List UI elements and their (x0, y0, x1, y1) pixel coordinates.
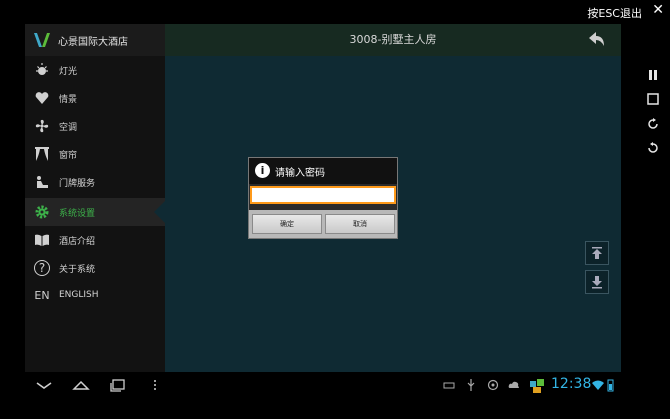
ok-button[interactable]: 确定 (252, 214, 322, 234)
gear-icon (34, 204, 50, 220)
rotate-right-icon[interactable] (646, 117, 660, 131)
wifi-icon (591, 378, 605, 392)
sidebar-item-label: 关于系统 (59, 265, 96, 275)
home-nav-icon[interactable] (71, 377, 91, 393)
sidebar-item-scene[interactable]: 情景 (25, 84, 165, 112)
sidebar-item-label: 窗帘 (59, 151, 78, 161)
recent-apps-icon[interactable] (109, 377, 127, 393)
sidebar-item-label: 情景 (59, 95, 78, 105)
cancel-button[interactable]: 取消 (325, 214, 395, 234)
help-icon: ? (34, 260, 50, 276)
sidebar-item-about[interactable]: ? 关于系统 (25, 254, 165, 282)
header-bar: 3008-别墅主人房 (165, 24, 621, 56)
sidebar-item-light[interactable]: 灯光 (25, 56, 165, 84)
info-icon: i (255, 163, 270, 178)
clock: 12:38 (551, 376, 592, 392)
sidebar-item-label: 门牌服务 (59, 179, 96, 189)
sidebar-item-label: 酒店介绍 (59, 237, 96, 247)
dialog-buttons: 确定 取消 (249, 210, 397, 238)
sidebar-item-door-service[interactable]: 门牌服务 (25, 168, 165, 196)
sidebar-item-settings[interactable]: 系统设置 (25, 198, 165, 226)
room-title: 3008-别墅主人房 (349, 33, 437, 46)
hotel-name: 心景国际大酒店 (58, 37, 128, 48)
password-dialog: i 请输入密码 确定 取消 (248, 157, 398, 239)
cloud-icon (508, 378, 520, 392)
scroll-top-button[interactable] (585, 241, 609, 265)
screenshot-icon[interactable] (646, 92, 660, 106)
fan-icon (34, 118, 50, 134)
curtain-icon (34, 146, 50, 162)
hotel-logo (33, 31, 51, 49)
sidebar-item-label: ENGLISH (59, 290, 99, 300)
service-icon (34, 174, 50, 190)
sidebar-item-label: 灯光 (59, 67, 78, 77)
light-icon (34, 62, 50, 78)
back-nav-icon[interactable] (35, 377, 53, 393)
usb-icon (466, 378, 476, 392)
logo-area: 心景国际大酒店 (25, 24, 165, 56)
back-icon[interactable] (585, 29, 607, 51)
heart-icon (34, 90, 50, 106)
sidebar-item-hotel-intro[interactable]: 酒店介绍 (25, 226, 165, 254)
sidebar-item-english[interactable]: EN ENGLISH (25, 282, 165, 310)
menu-icon[interactable] (151, 377, 159, 393)
book-icon (34, 232, 50, 248)
password-input[interactable] (250, 186, 396, 204)
close-icon[interactable]: ✕ (652, 2, 664, 18)
sidebar-item-label: 空调 (59, 123, 78, 133)
dialog-header: i 请输入密码 (249, 158, 397, 184)
rotate-left-icon[interactable] (646, 141, 660, 155)
battery-icon (606, 378, 614, 392)
sidebar-item-label: 系统设置 (59, 209, 96, 219)
app-notification-icon (529, 378, 545, 394)
scroll-bottom-button[interactable] (585, 270, 609, 294)
sidebar-item-curtain[interactable]: 窗帘 (25, 140, 165, 168)
active-indicator (154, 200, 166, 224)
dialog-title: 请输入密码 (275, 168, 325, 179)
language-icon: EN (34, 289, 50, 302)
sidebar-item-aircon[interactable]: 空调 (25, 112, 165, 140)
sync-icon (487, 378, 499, 392)
exit-hint: 按ESC退出 (587, 7, 642, 20)
keyboard-icon (443, 378, 455, 392)
pause-icon[interactable] (646, 68, 660, 82)
